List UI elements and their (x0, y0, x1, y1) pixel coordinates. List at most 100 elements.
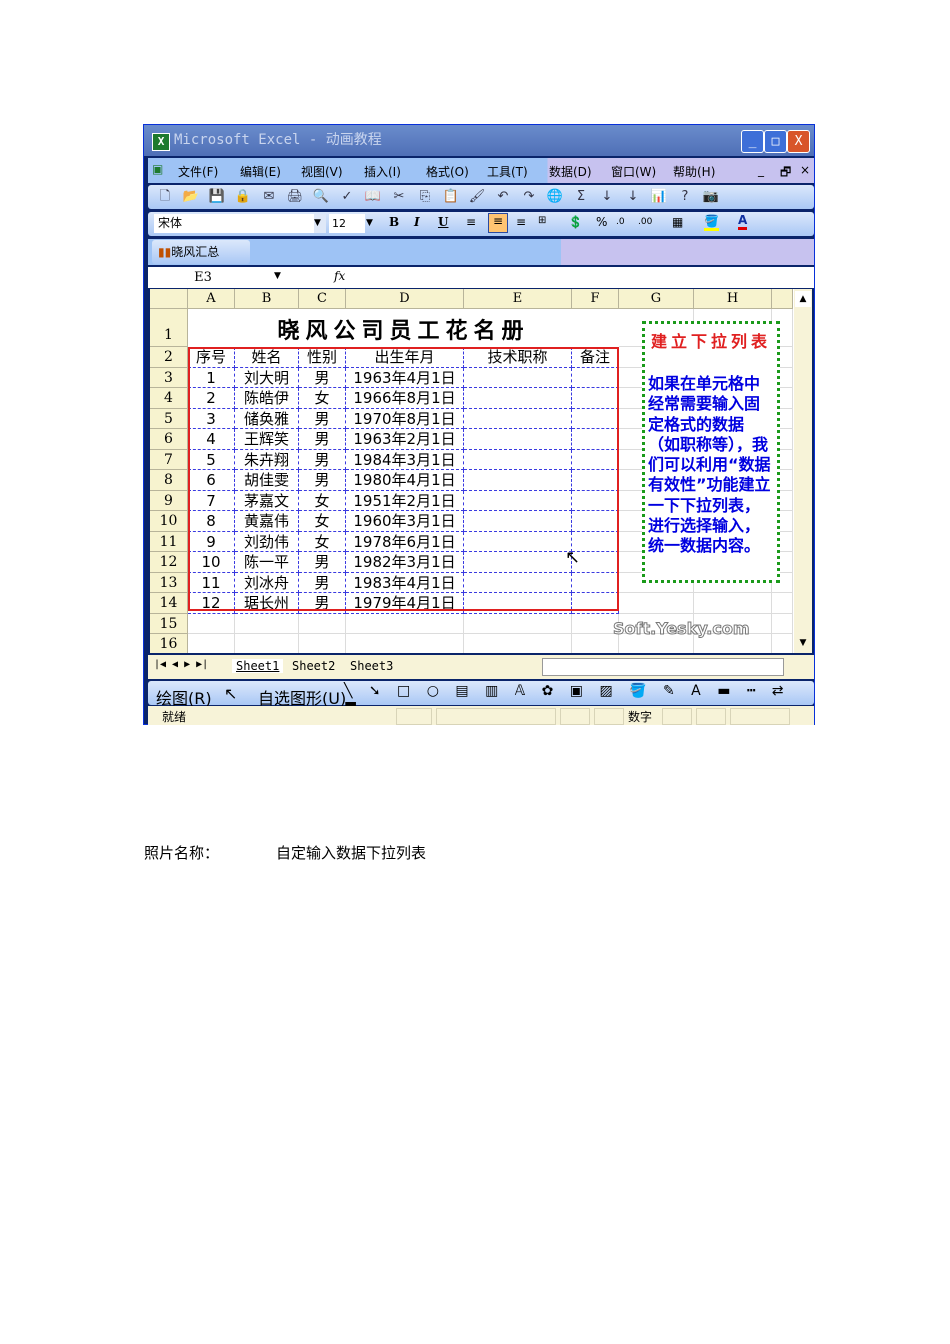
cell[interactable]: 男 (299, 367, 346, 388)
cell[interactable]: 3 (188, 408, 235, 429)
cell[interactable] (572, 511, 619, 532)
copy-icon[interactable]: ⎘ (416, 188, 434, 206)
cell[interactable]: 陈皓伊 (235, 388, 299, 409)
cell[interactable] (572, 367, 619, 388)
doc-close-button[interactable]: × (800, 163, 810, 177)
print-icon[interactable]: 🖨 (286, 188, 304, 206)
cell[interactable] (464, 613, 572, 634)
cell[interactable]: 10 (188, 552, 235, 573)
cell[interactable]: 1979年4月1日 (346, 593, 464, 614)
row-header[interactable]: 10 (150, 511, 188, 532)
cell[interactable] (235, 634, 299, 653)
cell[interactable]: 女 (299, 388, 346, 409)
worksheet-grid[interactable]: A B C D E F G H 1 2 3 4 5 6 7 8 9 10 11 12 13 14 15 16 序号 姓名 性别 出生年… (150, 289, 794, 653)
cell[interactable] (464, 531, 572, 552)
size-dropdown-icon[interactable]: ▼ (366, 214, 378, 233)
tab-sheet3[interactable]: Sheet3 (346, 659, 397, 673)
chart-wizard-icon[interactable]: 📊 (650, 188, 668, 206)
cell[interactable] (572, 449, 619, 470)
select-objects-icon[interactable]: ↖ (224, 684, 237, 703)
column-header[interactable]: F (572, 289, 619, 309)
borders-icon[interactable]: ▦ (672, 215, 683, 229)
camera-icon[interactable]: 📷 (702, 188, 720, 206)
row-header[interactable]: 6 (150, 429, 188, 450)
cell[interactable] (235, 613, 299, 634)
cell[interactable]: 1966年8月1日 (346, 388, 464, 409)
cell[interactable]: 王辉笑 (235, 429, 299, 450)
menu-item[interactable]: 数据(D) (549, 163, 592, 180)
column-header[interactable]: A (188, 289, 235, 309)
doc-restore-button[interactable]: 🗗 (780, 163, 791, 184)
cell[interactable]: 男 (299, 593, 346, 614)
italic-button[interactable]: I (414, 215, 420, 229)
row-header[interactable]: 3 (150, 367, 188, 388)
cell[interactable]: 7 (188, 490, 235, 511)
column-header[interactable]: D (346, 289, 464, 309)
column-header[interactable]: B (235, 289, 299, 309)
cell[interactable]: 4 (188, 429, 235, 450)
row-header[interactable]: 12 (150, 552, 188, 573)
cell[interactable]: 6 (188, 470, 235, 491)
name-box[interactable]: E3 (148, 267, 258, 288)
cell[interactable]: 1963年4月1日 (346, 367, 464, 388)
cell[interactable]: 11 (188, 572, 235, 593)
cell[interactable] (572, 613, 619, 634)
cell[interactable]: 刘大明 (235, 367, 299, 388)
cell[interactable]: 1984年3月1日 (346, 449, 464, 470)
cell[interactable] (464, 593, 572, 614)
spelling-icon[interactable]: ✓ (338, 188, 356, 206)
currency-icon[interactable]: 💲 (568, 215, 583, 229)
new-icon[interactable]: 🗋 (156, 188, 174, 206)
open-icon[interactable]: 📂 (182, 188, 200, 206)
cell[interactable]: 1982年3月1日 (346, 552, 464, 573)
cell[interactable]: 刘冰舟 (235, 572, 299, 593)
font-color-icon[interactable]: A (738, 213, 748, 230)
cell[interactable]: 序号 (188, 347, 235, 368)
cell[interactable] (572, 593, 619, 614)
scroll-down-icon[interactable]: ▼ (795, 635, 811, 651)
cell[interactable]: 8 (188, 511, 235, 532)
help-icon[interactable]: ? (676, 188, 694, 206)
maximize-button[interactable]: □ (764, 130, 787, 153)
cell[interactable]: 1978年6月1日 (346, 531, 464, 552)
cell[interactable] (772, 593, 793, 614)
paste-icon[interactable]: 📋 (442, 188, 460, 206)
cell[interactable]: 茅嘉文 (235, 490, 299, 511)
cell[interactable] (572, 572, 619, 593)
cell[interactable]: 1 (188, 367, 235, 388)
cell[interactable]: 男 (299, 470, 346, 491)
cell[interactable]: 1960年3月1日 (346, 511, 464, 532)
undo-icon[interactable]: ↶ (494, 188, 512, 206)
cell[interactable] (464, 470, 572, 491)
vertical-scrollbar[interactable]: ▲ ▼ (794, 289, 812, 653)
cell[interactable]: 黄嘉伟 (235, 511, 299, 532)
row-header[interactable]: 1 (150, 309, 188, 347)
cell[interactable]: 技术职称 (464, 347, 572, 368)
cell[interactable]: 男 (299, 408, 346, 429)
decrease-decimal-button[interactable]: .00 (638, 217, 652, 227)
minimize-button[interactable]: _ (741, 130, 764, 153)
menu-item[interactable]: 工具(T) (487, 163, 528, 180)
horizontal-scrollbar[interactable] (542, 658, 784, 676)
bold-button[interactable]: B (389, 215, 399, 229)
menu-item[interactable]: 视图(V) (301, 163, 343, 180)
cell[interactable] (572, 634, 619, 653)
cell[interactable] (694, 593, 772, 614)
row-header[interactable]: 13 (150, 572, 188, 593)
cell[interactable]: 1951年2月1日 (346, 490, 464, 511)
row-header[interactable]: 2 (150, 347, 188, 368)
email-icon[interactable]: ✉ (260, 188, 278, 206)
cell[interactable] (464, 552, 572, 573)
cell[interactable]: 陈一平 (235, 552, 299, 573)
tab-sheet1[interactable]: Sheet1 (232, 659, 284, 673)
column-header[interactable] (772, 289, 793, 309)
column-header[interactable]: H (694, 289, 772, 309)
format-painter-icon[interactable]: 🖌 (468, 188, 486, 206)
cell[interactable]: 9 (188, 531, 235, 552)
cell[interactable]: 备注 (572, 347, 619, 368)
print-preview-icon[interactable]: 🔍 (312, 188, 330, 206)
row-header[interactable]: 11 (150, 531, 188, 552)
cell[interactable]: 女 (299, 490, 346, 511)
align-right-icon[interactable]: ≡ (516, 215, 526, 229)
cell[interactable]: 1970年8月1日 (346, 408, 464, 429)
